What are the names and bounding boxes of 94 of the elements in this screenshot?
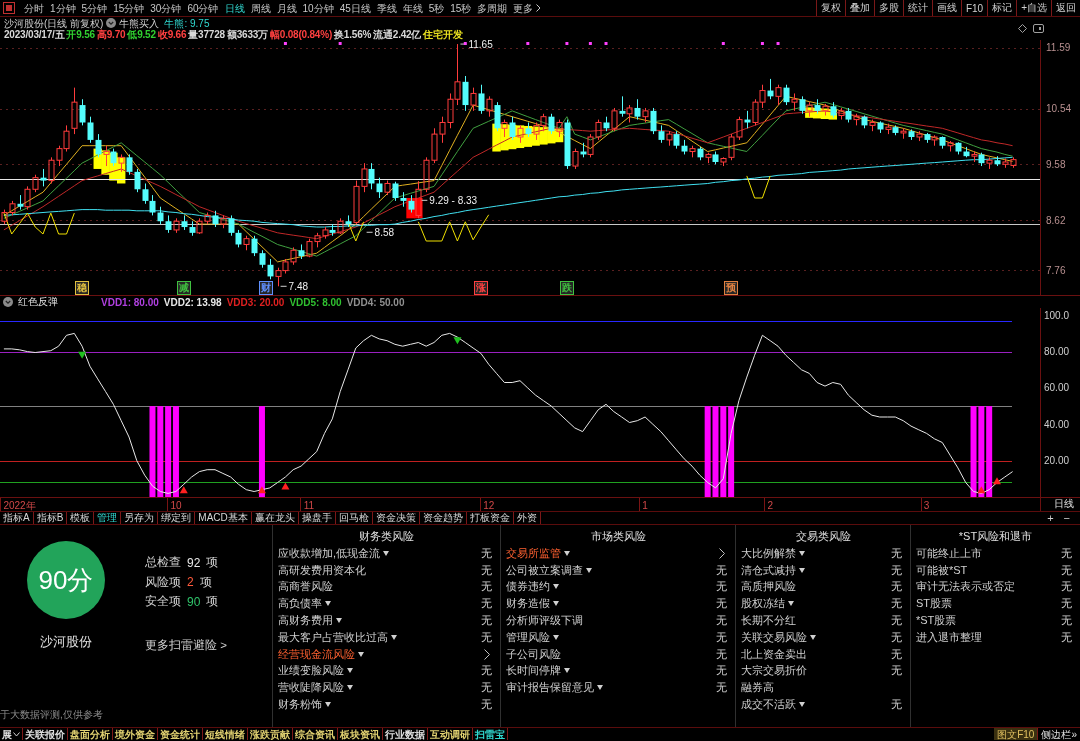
category-heading: 交易类风险: [794, 529, 852, 544]
quote-field: 量37728: [188, 28, 225, 40]
stat-unit: 项: [206, 594, 219, 610]
risk-status: 无: [1061, 545, 1072, 561]
legend-value: VDD2: 13.98: [163, 296, 222, 308]
axis-label: 7.76: [1046, 264, 1066, 276]
risk-status: 无: [716, 562, 727, 578]
price-label: 8.58: [366, 226, 395, 238]
risk-status: 无: [481, 663, 492, 679]
stat-unit: 项: [206, 555, 219, 571]
risk-status: 无: [481, 629, 492, 645]
annotation: 9.29 - 8.33: [429, 194, 478, 206]
indicator-title: 红色反弹: [18, 295, 58, 309]
risk-status: 无: [891, 596, 902, 612]
legend-value: VDD4: 50.00: [346, 296, 405, 308]
price-label: 11.65: [459, 40, 493, 50]
legend-value: VDD1: 80.00: [101, 296, 159, 308]
quote-field: 低9.52: [127, 28, 156, 40]
risk-status: 无: [716, 579, 727, 595]
category-heading: *ST风险和退市: [957, 529, 1034, 544]
risk-status: 无: [891, 562, 902, 578]
risk-status: 无: [891, 663, 902, 679]
risk-status: 无: [891, 613, 902, 629]
annotation: 11.65: [468, 38, 494, 50]
axis-label: 40.00: [1044, 418, 1070, 430]
risk-status: 无: [891, 629, 902, 645]
price-label: 9.29 - 8.33: [420, 194, 478, 206]
risk-status: 无: [891, 697, 902, 713]
risk-status: 无: [1061, 629, 1072, 645]
axis-label: 8.62: [1046, 214, 1066, 226]
stat-count: 90: [187, 594, 201, 609]
quote-field: 流通2.42亿: [373, 28, 422, 40]
risk-status: 无: [481, 613, 492, 629]
stat-count: 2: [187, 575, 194, 590]
quote-field: 2023/03/17/五: [4, 28, 65, 40]
stat-label: 总检查: [145, 555, 181, 571]
axis-label: 9.58: [1046, 158, 1066, 170]
stat-count: 92: [187, 555, 201, 570]
risk-status: 无: [481, 596, 492, 612]
stat-label: 风险项: [145, 574, 181, 590]
axis-label: 10.54: [1046, 103, 1072, 115]
date-label: 2: [767, 499, 773, 511]
date-label: 2022年: [3, 499, 36, 511]
date-label: 11: [303, 499, 315, 511]
risk-status: 无: [716, 629, 727, 645]
stock-name: 沙河股份: [39, 633, 93, 651]
period-label: 日线: [1054, 498, 1074, 510]
risk-status: 无: [1061, 562, 1072, 578]
axis-label: 80.00: [1044, 346, 1070, 358]
stat-label: 安全项: [145, 594, 181, 610]
axis-label: 20.00: [1044, 455, 1070, 467]
risk-status: 无: [716, 680, 727, 696]
annotation: 8.58: [374, 226, 395, 238]
disclaimer-text: 于大数据评测,仅供参考: [0, 708, 104, 722]
risk-status: 无: [716, 596, 727, 612]
risk-status: 无: [716, 663, 727, 679]
score-badge: 90分: [27, 541, 105, 619]
risk-status: 无: [1061, 613, 1072, 629]
axis-label: 11.59: [1046, 42, 1071, 54]
quote-field: 住宅开发: [423, 28, 463, 40]
risk-status: 无: [481, 545, 492, 561]
category-heading: 市场类风险: [589, 529, 647, 544]
price-label: 7.48: [280, 280, 309, 292]
stat-unit: 项: [199, 574, 212, 590]
risk-status: 无: [716, 646, 727, 662]
signal-name: 牛熊买入: [119, 17, 160, 29]
risk-status: 无: [481, 562, 492, 578]
risk-status: 无: [891, 579, 902, 595]
risk-status: 无: [716, 613, 727, 629]
risk-status: 无: [481, 697, 492, 713]
quote-field: 开9.56: [66, 28, 95, 40]
quote-field: 换1.56%: [334, 28, 372, 40]
risk-status: 无: [1061, 596, 1072, 612]
legend-value: VDD5: 8.00: [289, 296, 342, 308]
date-label: 1: [642, 499, 648, 511]
risk-status: 无: [1061, 579, 1072, 595]
risk-status: 无: [481, 579, 492, 595]
category-heading: 财务类风险: [358, 529, 415, 544]
quote-field: 高9.70: [96, 28, 126, 40]
signal-value: 牛熊: 9.75: [164, 17, 210, 29]
risk-status: 无: [891, 646, 902, 662]
risk-status: 无: [891, 545, 902, 561]
annotation: 7.48: [288, 280, 309, 292]
quote-field: 收9.66: [157, 28, 187, 40]
quote-field: 额3633万: [226, 28, 268, 40]
date-label: 12: [483, 499, 495, 511]
date-label: 10: [170, 499, 182, 511]
stock-title: 沙河股份(日线 前复权): [4, 17, 104, 29]
quote-field: 幅0.08(0.84%): [269, 28, 333, 40]
axis-label: 60.00: [1044, 382, 1070, 394]
date-label: 3: [923, 499, 930, 511]
risk-status: 无: [481, 680, 492, 696]
axis-label: 100.0: [1044, 309, 1070, 321]
legend-value: VDD3: 20.00: [226, 296, 285, 308]
